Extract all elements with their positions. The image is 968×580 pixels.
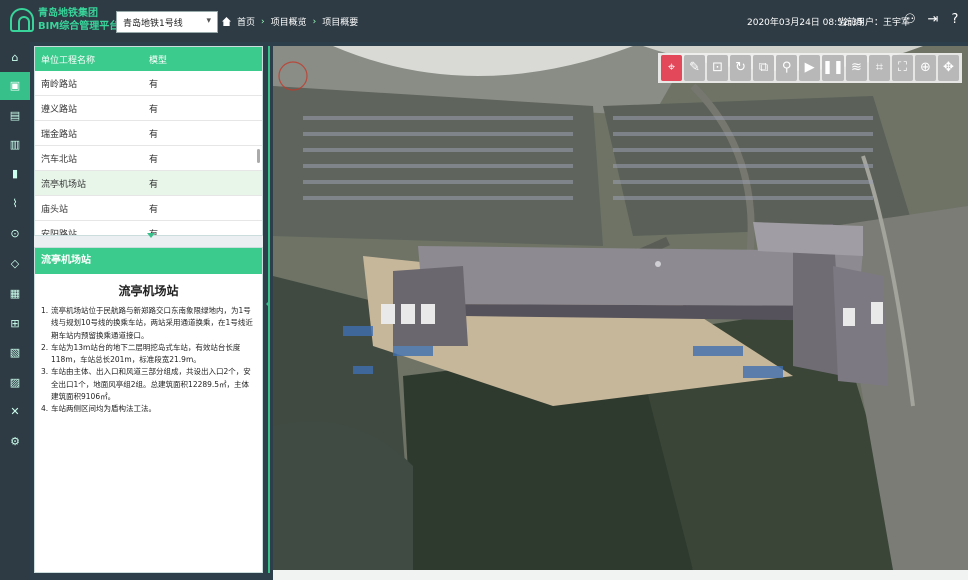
breadcrumb: 首页 › 项目概览 › 项目概要 <box>222 15 358 28</box>
target-icon[interactable]: ⊕ <box>914 55 936 81</box>
view-toolbar: ⌖ ✎ ⊡ ↻ ⧉ ⚲ ▶ ❚❚ ≋ ⌗ ⛶ ⊕ ✥ <box>658 53 962 83</box>
bim-3d-viewport[interactable]: ⌖ ✎ ⊡ ↻ ⧉ ⚲ ▶ ❚❚ ≋ ⌗ ⛶ ⊕ ✥ <box>273 46 968 570</box>
station-info-title: 流亭机场站 <box>118 284 179 298</box>
layers-icon[interactable]: ≋ <box>845 55 867 81</box>
station-name: 庙头站 <box>41 204 69 215</box>
model-flag: 有 <box>149 154 159 165</box>
station-name: 瑞金路站 <box>41 129 78 140</box>
column-header-model: 模型 <box>149 55 168 66</box>
station-name: 汽车北站 <box>41 154 78 165</box>
table-header: 单位工程名称 模型 <box>35 47 262 71</box>
station-name: 南岭路站 <box>41 79 78 90</box>
brand-line-1: 青岛地铁集团 <box>38 8 98 19</box>
chevron-down-icon: ▾ <box>206 16 211 26</box>
fullscreen-icon[interactable]: ⛶ <box>891 55 913 81</box>
section-icon[interactable]: ⧉ <box>753 55 775 81</box>
list-item: 2. 车站为13m站台的地下二层明挖岛式车站，有效站台长度118m，车站总长201… <box>41 342 254 367</box>
line-select-value: 青岛地铁1号线 <box>123 19 183 29</box>
home-icon[interactable]: ⌂ <box>0 44 30 72</box>
location-pin-icon[interactable]: ⌖ <box>661 55 683 81</box>
table-row[interactable]: 遵义路站 有 <box>35 96 262 121</box>
bar-chart-icon[interactable]: ▮ <box>0 160 30 188</box>
current-user: 当前用户：王宇军 <box>838 18 911 28</box>
table-row[interactable]: 南岭路站 有 <box>35 71 262 96</box>
calendar-icon[interactable]: ▦ <box>0 280 30 308</box>
brand-title: 青岛地铁集团 BIM综合管理平台 <box>38 7 119 33</box>
measure-pen-icon[interactable]: ✎ <box>684 55 706 81</box>
table-row[interactable]: 庙头站 有 <box>35 196 262 221</box>
bottom-strip <box>273 570 968 580</box>
user-settings-icon[interactable]: ⚇ <box>901 11 919 29</box>
overview-icon[interactable]: ▣ <box>0 72 30 100</box>
play-icon[interactable]: ▶ <box>799 55 821 81</box>
station-info-header: 流亭机场站 <box>35 248 262 274</box>
settings-icon[interactable]: ⚙ <box>0 428 30 456</box>
line-chart-icon[interactable]: ⌇ <box>0 190 30 218</box>
model-flag: 有 <box>149 229 159 236</box>
pause-icon[interactable]: ❚❚ <box>822 55 844 81</box>
model-flag: 有 <box>149 104 159 115</box>
left-panel: 单位工程名称 模型 南岭路站有 遵义路站有 瑞金路站有 汽车北站有 流亭机场站有… <box>34 46 263 573</box>
home-icon <box>222 17 231 26</box>
list-item: 4. 车站两侧区间均为盾构法工法。 <box>41 403 254 415</box>
id-card-icon[interactable]: ▧ <box>0 339 30 367</box>
station-info-panel: 流亭机场站 流亭机场站 1. 流亭机场站位于民航路与新郑路交口东南象限绿地内，为1… <box>34 247 263 573</box>
table-row[interactable]: 瑞金路站 有 <box>35 121 262 146</box>
help-icon[interactable]: ? <box>946 11 964 29</box>
focus-icon[interactable]: ⊡ <box>707 55 729 81</box>
station-name: 安阳路站 <box>41 229 78 236</box>
info-item-text: 车站两侧区间均为盾构法工法。 <box>51 404 156 414</box>
brand-line-2: BIM综合管理平台 <box>38 21 120 32</box>
location-icon[interactable]: ⊙ <box>0 220 30 248</box>
top-bar: 青岛地铁集团 BIM综合管理平台 青岛地铁1号线 ▾ 首页 › 项目概览 › 项… <box>0 0 968 42</box>
breadcrumb-separator: › <box>312 16 317 27</box>
collapse-left-icon[interactable] <box>266 300 270 308</box>
column-header-name: 单位工程名称 <box>41 55 96 66</box>
aerial-scene <box>273 46 968 570</box>
table-row-selected[interactable]: 流亭机场站 有 <box>35 171 262 196</box>
unit-table: 单位工程名称 模型 南岭路站有 遵义路站有 瑞金路站有 汽车北站有 流亭机场站有… <box>34 46 263 238</box>
table-row[interactable]: 汽车北站 有 <box>35 146 262 171</box>
station-name: 遵义路站 <box>41 104 78 115</box>
tools-icon[interactable]: ✕ <box>0 398 30 426</box>
model-flag: 有 <box>149 179 159 190</box>
org-chart-icon[interactable]: ⊞ <box>0 310 30 338</box>
report-icon[interactable]: ▨ <box>0 369 30 397</box>
metro-logo-icon <box>10 8 34 32</box>
splitter-bar <box>268 46 270 573</box>
model-flag: 有 <box>149 129 159 140</box>
info-item-text: 车站由主体、出入口和风道三部分组成，共设出入口2个，安全出口1个，地面风亭组2组… <box>51 367 251 402</box>
inbox-icon[interactable]: ▥ <box>0 131 30 159</box>
panel-splitter[interactable] <box>266 46 272 573</box>
breadcrumb-summary: 项目概要 <box>322 18 359 28</box>
breadcrumb-home[interactable]: 首页 <box>237 15 255 28</box>
move-icon[interactable]: ✥ <box>937 55 959 81</box>
breadcrumb-overview[interactable]: 项目概览 <box>271 15 307 28</box>
side-nav: ⌂ ▣ ▤ ▥ ▮ ⌇ ⊙ ◇ ▦ ⊞ ▧ ▨ ✕ ⚙ <box>0 42 30 580</box>
logout-icon[interactable]: ⇥ <box>924 11 942 29</box>
station-info-list: 1. 流亭机场站位于民航路与新郑路交口东南象限绿地内，为1号线与规划10号线的换乘… <box>41 305 254 416</box>
line-select[interactable]: 青岛地铁1号线 ▾ <box>116 11 218 33</box>
info-item-text: 车站为13m站台的地下二层明挖岛式车站，有效站台长度118m，车站总长201m，… <box>51 342 241 365</box>
rotate-icon[interactable]: ↻ <box>730 55 752 81</box>
station-name: 流亭机场站 <box>41 179 87 190</box>
table-scrollbar[interactable] <box>257 149 260 163</box>
walk-icon[interactable]: ⚲ <box>776 55 798 81</box>
list-item: 1. 流亭机场站位于民航路与新郑路交口东南象限绿地内，为1号线与规划10号线的换乘… <box>41 305 254 342</box>
crop-icon[interactable]: ⌗ <box>868 55 890 81</box>
collapse-down-icon[interactable] <box>147 233 155 238</box>
shield-icon[interactable]: ◇ <box>0 250 30 278</box>
model-flag: 有 <box>149 204 159 215</box>
table-body: 南岭路站有 遵义路站有 瑞金路站有 汽车北站有 流亭机场站有 庙头站有 安阳路站… <box>35 71 262 235</box>
breadcrumb-separator: › <box>261 16 265 27</box>
list-item: 3. 车站由主体、出入口和风道三部分组成，共设出入口2个，安全出口1个，地面风亭组… <box>41 366 254 403</box>
model-flag: 有 <box>149 79 159 90</box>
document-icon[interactable]: ▤ <box>0 102 30 130</box>
info-item-text: 流亭机场站位于民航路与新郑路交口东南象限绿地内，为1号线与规划10号线的换乘车站… <box>51 306 253 340</box>
